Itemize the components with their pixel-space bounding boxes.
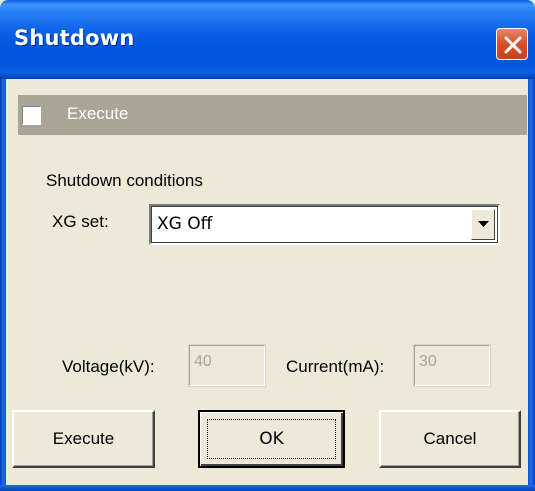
shutdown-conditions-heading: Shutdown conditions <box>46 171 203 190</box>
current-field: 30 <box>413 344 491 387</box>
xg-set-selected-value: XG Off <box>157 214 213 234</box>
ok-button[interactable]: OK <box>198 410 345 468</box>
current-value: 30 <box>419 353 437 370</box>
voltage-field: 40 <box>188 344 266 387</box>
xg-set-dropdown[interactable]: XG Off <box>149 204 500 245</box>
shutdown-dialog: Shutdown Execute Shutdown conditions XG … <box>0 0 535 491</box>
chevron-down-icon <box>478 221 489 227</box>
execute-button[interactable]: Execute <box>12 410 155 468</box>
xg-set-label: XG set: <box>52 212 109 231</box>
title-bar[interactable]: Shutdown <box>0 0 535 79</box>
current-label: Current(mA): <box>286 357 385 376</box>
close-button[interactable] <box>496 28 528 60</box>
focus-rectangle <box>207 419 336 459</box>
dropdown-button[interactable] <box>471 209 495 240</box>
voltage-label: Voltage(kV): <box>62 357 155 376</box>
execute-checkbox[interactable] <box>22 106 41 125</box>
window-border-bottom <box>0 485 535 491</box>
voltage-value: 40 <box>194 353 212 370</box>
close-icon <box>504 36 522 54</box>
window-title: Shutdown <box>14 26 135 50</box>
execute-checkbox-label[interactable]: Execute <box>67 104 128 124</box>
window-border-right <box>528 79 535 491</box>
cancel-button[interactable]: Cancel <box>379 410 521 468</box>
